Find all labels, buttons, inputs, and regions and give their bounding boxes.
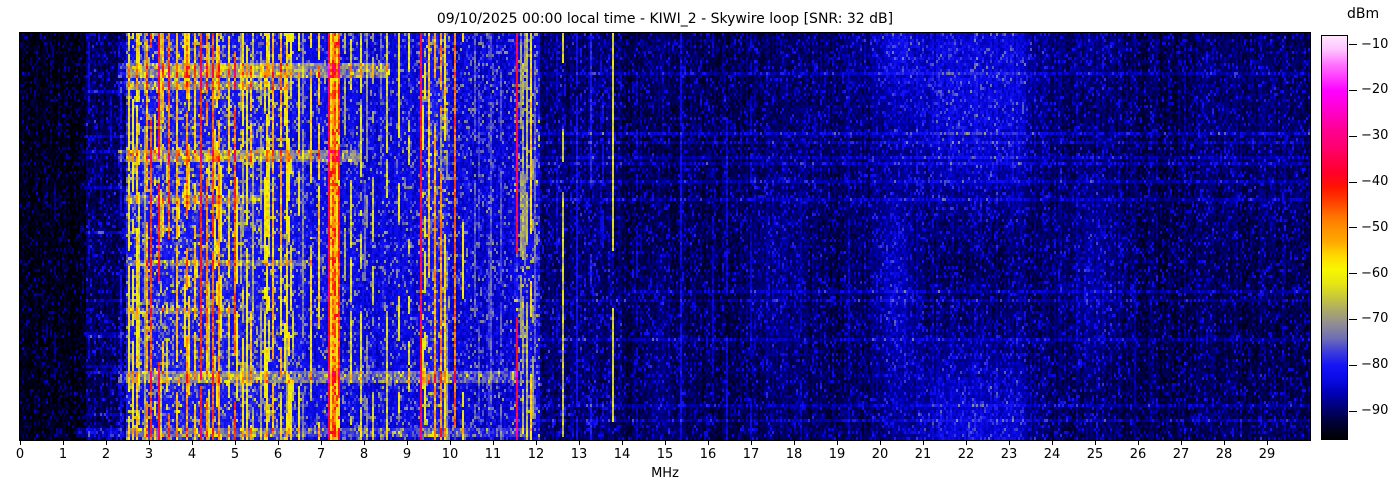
- x-tick-mark: [923, 441, 924, 445]
- x-tick-label: 24: [1037, 447, 1067, 462]
- x-tick-mark: [192, 441, 193, 445]
- x-tick-label: 12: [521, 447, 551, 462]
- x-tick-mark: [1224, 441, 1225, 445]
- x-tick-label: 21: [908, 447, 938, 462]
- colorbar-tick-mark: [1349, 182, 1357, 183]
- x-tick-label: 10: [435, 447, 465, 462]
- x-tick-label: 6: [263, 447, 293, 462]
- x-tick-label: 8: [349, 447, 379, 462]
- x-tick-label: 27: [1166, 447, 1196, 462]
- x-tick-mark: [837, 441, 838, 445]
- x-tick-mark: [407, 441, 408, 445]
- colorbar-tick-label: −30: [1361, 127, 1388, 144]
- x-tick-mark: [1052, 441, 1053, 445]
- x-tick-label: 7: [306, 447, 336, 462]
- x-tick-mark: [278, 441, 279, 445]
- x-tick-mark: [364, 441, 365, 445]
- colorbar-tick-label: −50: [1361, 219, 1388, 236]
- x-tick-mark: [536, 441, 537, 445]
- x-tick-mark: [63, 441, 64, 445]
- x-tick-mark: [1138, 441, 1139, 445]
- colorbar-tick-label: −20: [1361, 81, 1388, 98]
- x-tick-mark: [106, 441, 107, 445]
- colorbar-tick-mark: [1349, 411, 1357, 412]
- colorbar-tick-mark: [1349, 227, 1357, 228]
- x-tick-mark: [321, 441, 322, 445]
- x-tick-mark: [966, 441, 967, 445]
- waterfall-canvas: [20, 33, 1310, 440]
- x-tick-label: 1: [48, 447, 78, 462]
- x-tick-label: 19: [822, 447, 852, 462]
- x-tick-label: 3: [134, 447, 164, 462]
- x-tick-label: 15: [650, 447, 680, 462]
- x-tick-mark: [493, 441, 494, 445]
- x-tick-label: 9: [392, 447, 422, 462]
- x-tick-mark: [622, 441, 623, 445]
- x-tick-label: 0: [5, 447, 35, 462]
- x-tick-mark: [1181, 441, 1182, 445]
- x-tick-label: 11: [478, 447, 508, 462]
- x-tick-mark: [1095, 441, 1096, 445]
- x-tick-mark: [20, 441, 21, 445]
- plot-title: 09/10/2025 00:00 local time - KIWI_2 - S…: [20, 11, 1310, 27]
- x-tick-label: 2: [91, 447, 121, 462]
- x-tick-label: 29: [1252, 447, 1282, 462]
- colorbar-tick-label: −60: [1361, 265, 1388, 282]
- x-tick-mark: [579, 441, 580, 445]
- colorbar-tick-mark: [1349, 273, 1357, 274]
- x-tick-label: 20: [865, 447, 895, 462]
- colorbar: [1321, 35, 1348, 440]
- colorbar-tick-mark: [1349, 319, 1357, 320]
- x-tick-label: 26: [1123, 447, 1153, 462]
- x-tick-mark: [149, 441, 150, 445]
- colorbar-tick-mark: [1349, 136, 1357, 137]
- x-tick-label: 13: [564, 447, 594, 462]
- colorbar-title: dBm: [1347, 6, 1397, 22]
- x-tick-mark: [1267, 441, 1268, 445]
- x-tick-label: 23: [994, 447, 1024, 462]
- x-tick-label: 25: [1080, 447, 1110, 462]
- colorbar-tick-mark: [1349, 44, 1357, 45]
- colorbar-tick-mark: [1349, 365, 1357, 366]
- x-tick-mark: [235, 441, 236, 445]
- x-tick-mark: [751, 441, 752, 445]
- x-tick-mark: [665, 441, 666, 445]
- x-tick-label: 28: [1209, 447, 1239, 462]
- x-tick-mark: [450, 441, 451, 445]
- x-tick-label: 17: [736, 447, 766, 462]
- x-tick-mark: [1009, 441, 1010, 445]
- x-tick-mark: [708, 441, 709, 445]
- colorbar-tick-label: −70: [1361, 310, 1388, 327]
- colorbar-tick-label: −80: [1361, 356, 1388, 373]
- x-tick-label: 16: [693, 447, 723, 462]
- colorbar-tick-label: −90: [1361, 402, 1388, 419]
- x-tick-mark: [880, 441, 881, 445]
- x-tick-label: 22: [951, 447, 981, 462]
- waterfall-figure: 09/10/2025 00:00 local time - KIWI_2 - S…: [0, 0, 1400, 500]
- x-tick-label: 18: [779, 447, 809, 462]
- x-tick-mark: [794, 441, 795, 445]
- colorbar-tick-label: −10: [1361, 36, 1388, 53]
- x-tick-label: 4: [177, 447, 207, 462]
- colorbar-tick-mark: [1349, 90, 1357, 91]
- x-axis-label: MHz: [20, 466, 1310, 481]
- x-tick-label: 5: [220, 447, 250, 462]
- colorbar-tick-label: −40: [1361, 173, 1388, 190]
- x-tick-label: 14: [607, 447, 637, 462]
